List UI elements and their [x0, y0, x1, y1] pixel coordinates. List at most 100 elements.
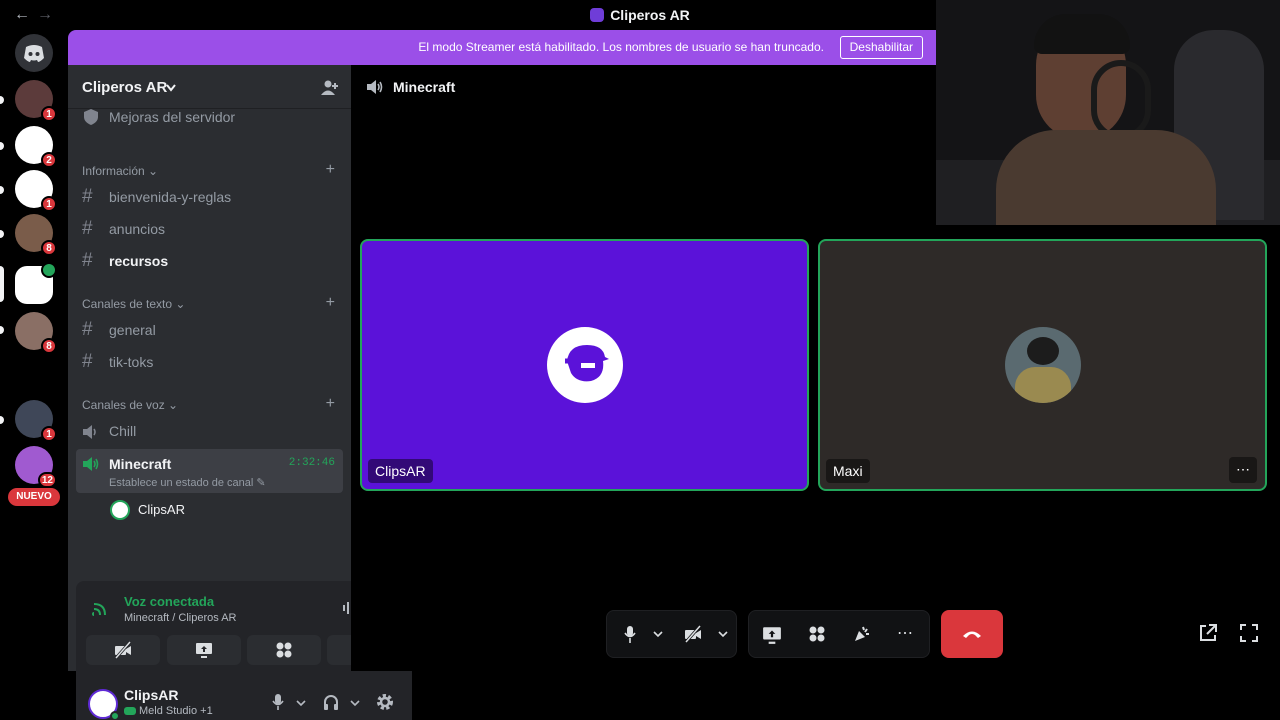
voice-channel-chill[interactable]: Chill [76, 416, 343, 446]
screen-share-icon[interactable] [762, 625, 782, 645]
channel-general[interactable]: # general [76, 315, 343, 345]
camera-off-button[interactable] [86, 635, 160, 665]
unread-pill [0, 186, 4, 194]
add-channel-icon[interactable]: + [326, 294, 335, 312]
server-name: Cliperos AR [82, 79, 168, 96]
camera-off-icon[interactable] [683, 625, 703, 643]
server-icon [590, 8, 605, 22]
headphones-icon[interactable] [323, 694, 339, 710]
guild-icon-3[interactable]: 1 [15, 170, 57, 212]
channel-bienvenida[interactable]: # bienvenida-y-reglas [76, 182, 343, 212]
category-voice[interactable]: Canales de voz ⌄ [82, 398, 178, 412]
video-tile-maxi[interactable]: Maxi ⋯ [818, 239, 1267, 491]
hash-icon: # [82, 218, 93, 239]
fullscreen-icon[interactable] [1239, 623, 1259, 643]
leave-call-button[interactable] [941, 610, 1003, 658]
activities-icon[interactable] [808, 625, 826, 643]
pop-out-icon[interactable] [1198, 623, 1218, 643]
headset-icon [1091, 60, 1151, 140]
clipsar-avatar [546, 327, 623, 403]
speaker-icon [367, 80, 383, 94]
more-icon[interactable]: ⋯ [897, 623, 913, 643]
participant-name: Maxi [826, 459, 870, 483]
guild-icon-cliperos[interactable] [15, 262, 57, 304]
unread-pill [0, 416, 4, 424]
channel-anuncios[interactable]: # anuncios [76, 214, 343, 244]
channel-tiktoks[interactable]: # tik-toks [76, 347, 343, 377]
activities-icon [276, 642, 292, 658]
voice-location: Minecraft / Cliperos AR [124, 612, 237, 624]
category-text[interactable]: Canales de texto ⌄ [82, 297, 185, 311]
chevron-down-icon [166, 84, 176, 92]
hang-up-icon [963, 631, 981, 638]
channel-status-prompt[interactable]: Establece un estado de canal ✎ [109, 476, 266, 489]
add-channel-icon[interactable]: + [326, 395, 335, 413]
gear-icon[interactable] [376, 693, 394, 711]
shield-icon [84, 109, 98, 125]
webcam-overlay [936, 0, 1280, 225]
stage-channel-name: Minecraft [393, 79, 456, 95]
unread-pill [0, 326, 4, 334]
hash-icon: # [82, 351, 93, 372]
unread-pill [0, 96, 4, 104]
voice-channel-minecraft[interactable]: Minecraft 2:32:46 Establece un estado de… [76, 449, 343, 493]
guild-icon-7[interactable] [15, 356, 53, 394]
participant-name: ClipsAR [368, 459, 433, 483]
microphone-icon[interactable] [272, 694, 284, 710]
discord-logo-icon [24, 45, 44, 62]
soundboard-icon[interactable] [853, 625, 871, 643]
mascot-icon [564, 345, 609, 382]
screen-share-icon [196, 643, 212, 658]
discord-home-button[interactable] [15, 34, 53, 72]
discord-window: ← → Cliperos AR El modo Streamer está ha… [0, 0, 1280, 720]
add-channel-icon[interactable]: + [326, 161, 335, 179]
speaker-icon [83, 425, 96, 439]
voice-connected-label: Voz conectada [124, 594, 215, 609]
avatar [110, 500, 130, 520]
microphone-icon[interactable] [624, 626, 636, 643]
guild-icon-8[interactable]: 1 [15, 400, 57, 442]
chevron-down-icon[interactable] [718, 631, 728, 638]
voice-channel-name: Minecraft [109, 456, 172, 472]
voice-active-icon [41, 262, 57, 278]
share-screen-button[interactable] [167, 635, 241, 665]
category-info[interactable]: Información ⌄ [82, 164, 158, 178]
invite-icon[interactable] [321, 79, 339, 95]
server-list: 1 2 1 8 8 1 12 [0, 30, 68, 720]
guild-icon-4[interactable]: 8 [15, 214, 57, 256]
server-boosts-item[interactable]: Mejoras del servidor [76, 102, 343, 132]
gamepad-icon [124, 707, 136, 715]
hash-icon: # [82, 186, 93, 207]
disable-streamer-button[interactable]: Deshabilitar [839, 36, 923, 59]
guild-icon-2[interactable]: 2 [15, 126, 57, 168]
streamer-hair [1034, 14, 1130, 54]
online-status-icon [110, 711, 120, 720]
activities-button[interactable] [247, 635, 321, 665]
hash-icon: # [82, 319, 93, 340]
channel-sidebar: Cliperos AR Mejoras del servidor Informa… [68, 65, 412, 720]
chevron-down-icon[interactable] [296, 700, 306, 707]
guild-icon-6[interactable]: 8 [15, 312, 57, 354]
audio-video-controls [606, 610, 737, 658]
streamer-body [996, 130, 1216, 225]
new-badge: NUEVO [8, 488, 60, 506]
user-activity: Meld Studio +1 [139, 705, 213, 717]
guild-icon-1[interactable]: 1 [15, 80, 57, 122]
voice-member[interactable]: ClipsAR [108, 499, 308, 521]
guild-icon-9[interactable]: 12 [15, 446, 57, 488]
chevron-down-icon[interactable] [350, 700, 360, 707]
voice-timer: 2:32:46 [288, 457, 335, 469]
speaker-active-icon [83, 457, 99, 471]
banner-text: El modo Streamer está habilitado. Los no… [418, 40, 824, 54]
channel-recursos[interactable]: # recursos [76, 246, 343, 276]
video-tile-clipsar[interactable]: ClipsAR [360, 239, 809, 491]
unread-pill [0, 230, 4, 238]
maxi-avatar [1004, 327, 1081, 403]
unread-pill [0, 142, 4, 150]
more-options-button[interactable]: ⋯ [1229, 457, 1257, 483]
selected-pill [0, 266, 4, 302]
username[interactable]: ClipsAR [124, 687, 178, 703]
streamer-mode-banner: El modo Streamer está habilitado. Los no… [68, 30, 936, 65]
hash-icon: # [82, 250, 93, 271]
chevron-down-icon[interactable] [653, 631, 663, 638]
